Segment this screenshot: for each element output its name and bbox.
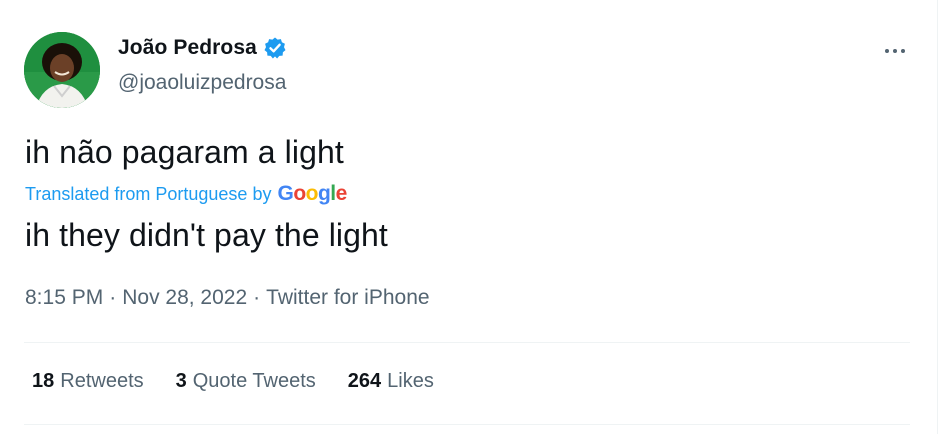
tweet-text: ih não pagaram a light [25, 134, 344, 170]
avatar[interactable] [24, 32, 100, 108]
translation-attribution: Translated from Portuguese by Google [25, 182, 347, 206]
verified-badge-icon [263, 36, 287, 60]
google-logo: Google [277, 182, 348, 206]
tweet-source[interactable]: Twitter for iPhone [266, 286, 429, 310]
meta-separator: · [253, 286, 261, 309]
likes-label: Likes [387, 370, 434, 392]
google-logo-letter: e [335, 182, 348, 205]
user-handle[interactable]: @joaoluizpedrosa [118, 71, 286, 95]
likes-stat[interactable]: 264 Likes [348, 370, 434, 393]
google-logo-letter: G [277, 182, 294, 205]
quote-tweets-label: Quote Tweets [192, 370, 316, 392]
retweets-label: Retweets [60, 370, 144, 392]
retweets-stat[interactable]: 18 Retweets [32, 370, 144, 393]
translated-from-link[interactable]: Translated from Portuguese by [25, 184, 271, 205]
translated-text: ih they didn't pay the light [25, 217, 388, 253]
quote-tweets-stat[interactable]: 3 Quote Tweets [176, 370, 316, 393]
meta-separator: · [109, 286, 117, 309]
tweet-card: João Pedrosa @joaoluizpedrosa ih não pag… [0, 0, 946, 434]
divider [24, 424, 910, 425]
google-logo-letter: o [305, 182, 319, 205]
retweets-count: 18 [32, 370, 55, 392]
quote-tweets-count: 3 [175, 370, 187, 392]
tweet-date[interactable]: Nov 28, 2022 [122, 286, 247, 310]
tweet-time[interactable]: 8:15 PM [25, 286, 103, 310]
display-name[interactable]: João Pedrosa [118, 36, 257, 60]
likes-count: 264 [347, 370, 382, 392]
name-row: João Pedrosa [118, 36, 287, 60]
tweet-meta: 8:15 PM · Nov 28, 2022 · Twitter for iPh… [25, 286, 430, 310]
divider [24, 342, 910, 343]
more-options-icon[interactable] [880, 36, 910, 66]
tweet-stats: 18 Retweets 3 Quote Tweets 264 Likes [32, 370, 466, 393]
google-logo-letter: o [293, 182, 306, 205]
google-logo-letter: g [317, 182, 331, 205]
card-border [937, 0, 938, 434]
